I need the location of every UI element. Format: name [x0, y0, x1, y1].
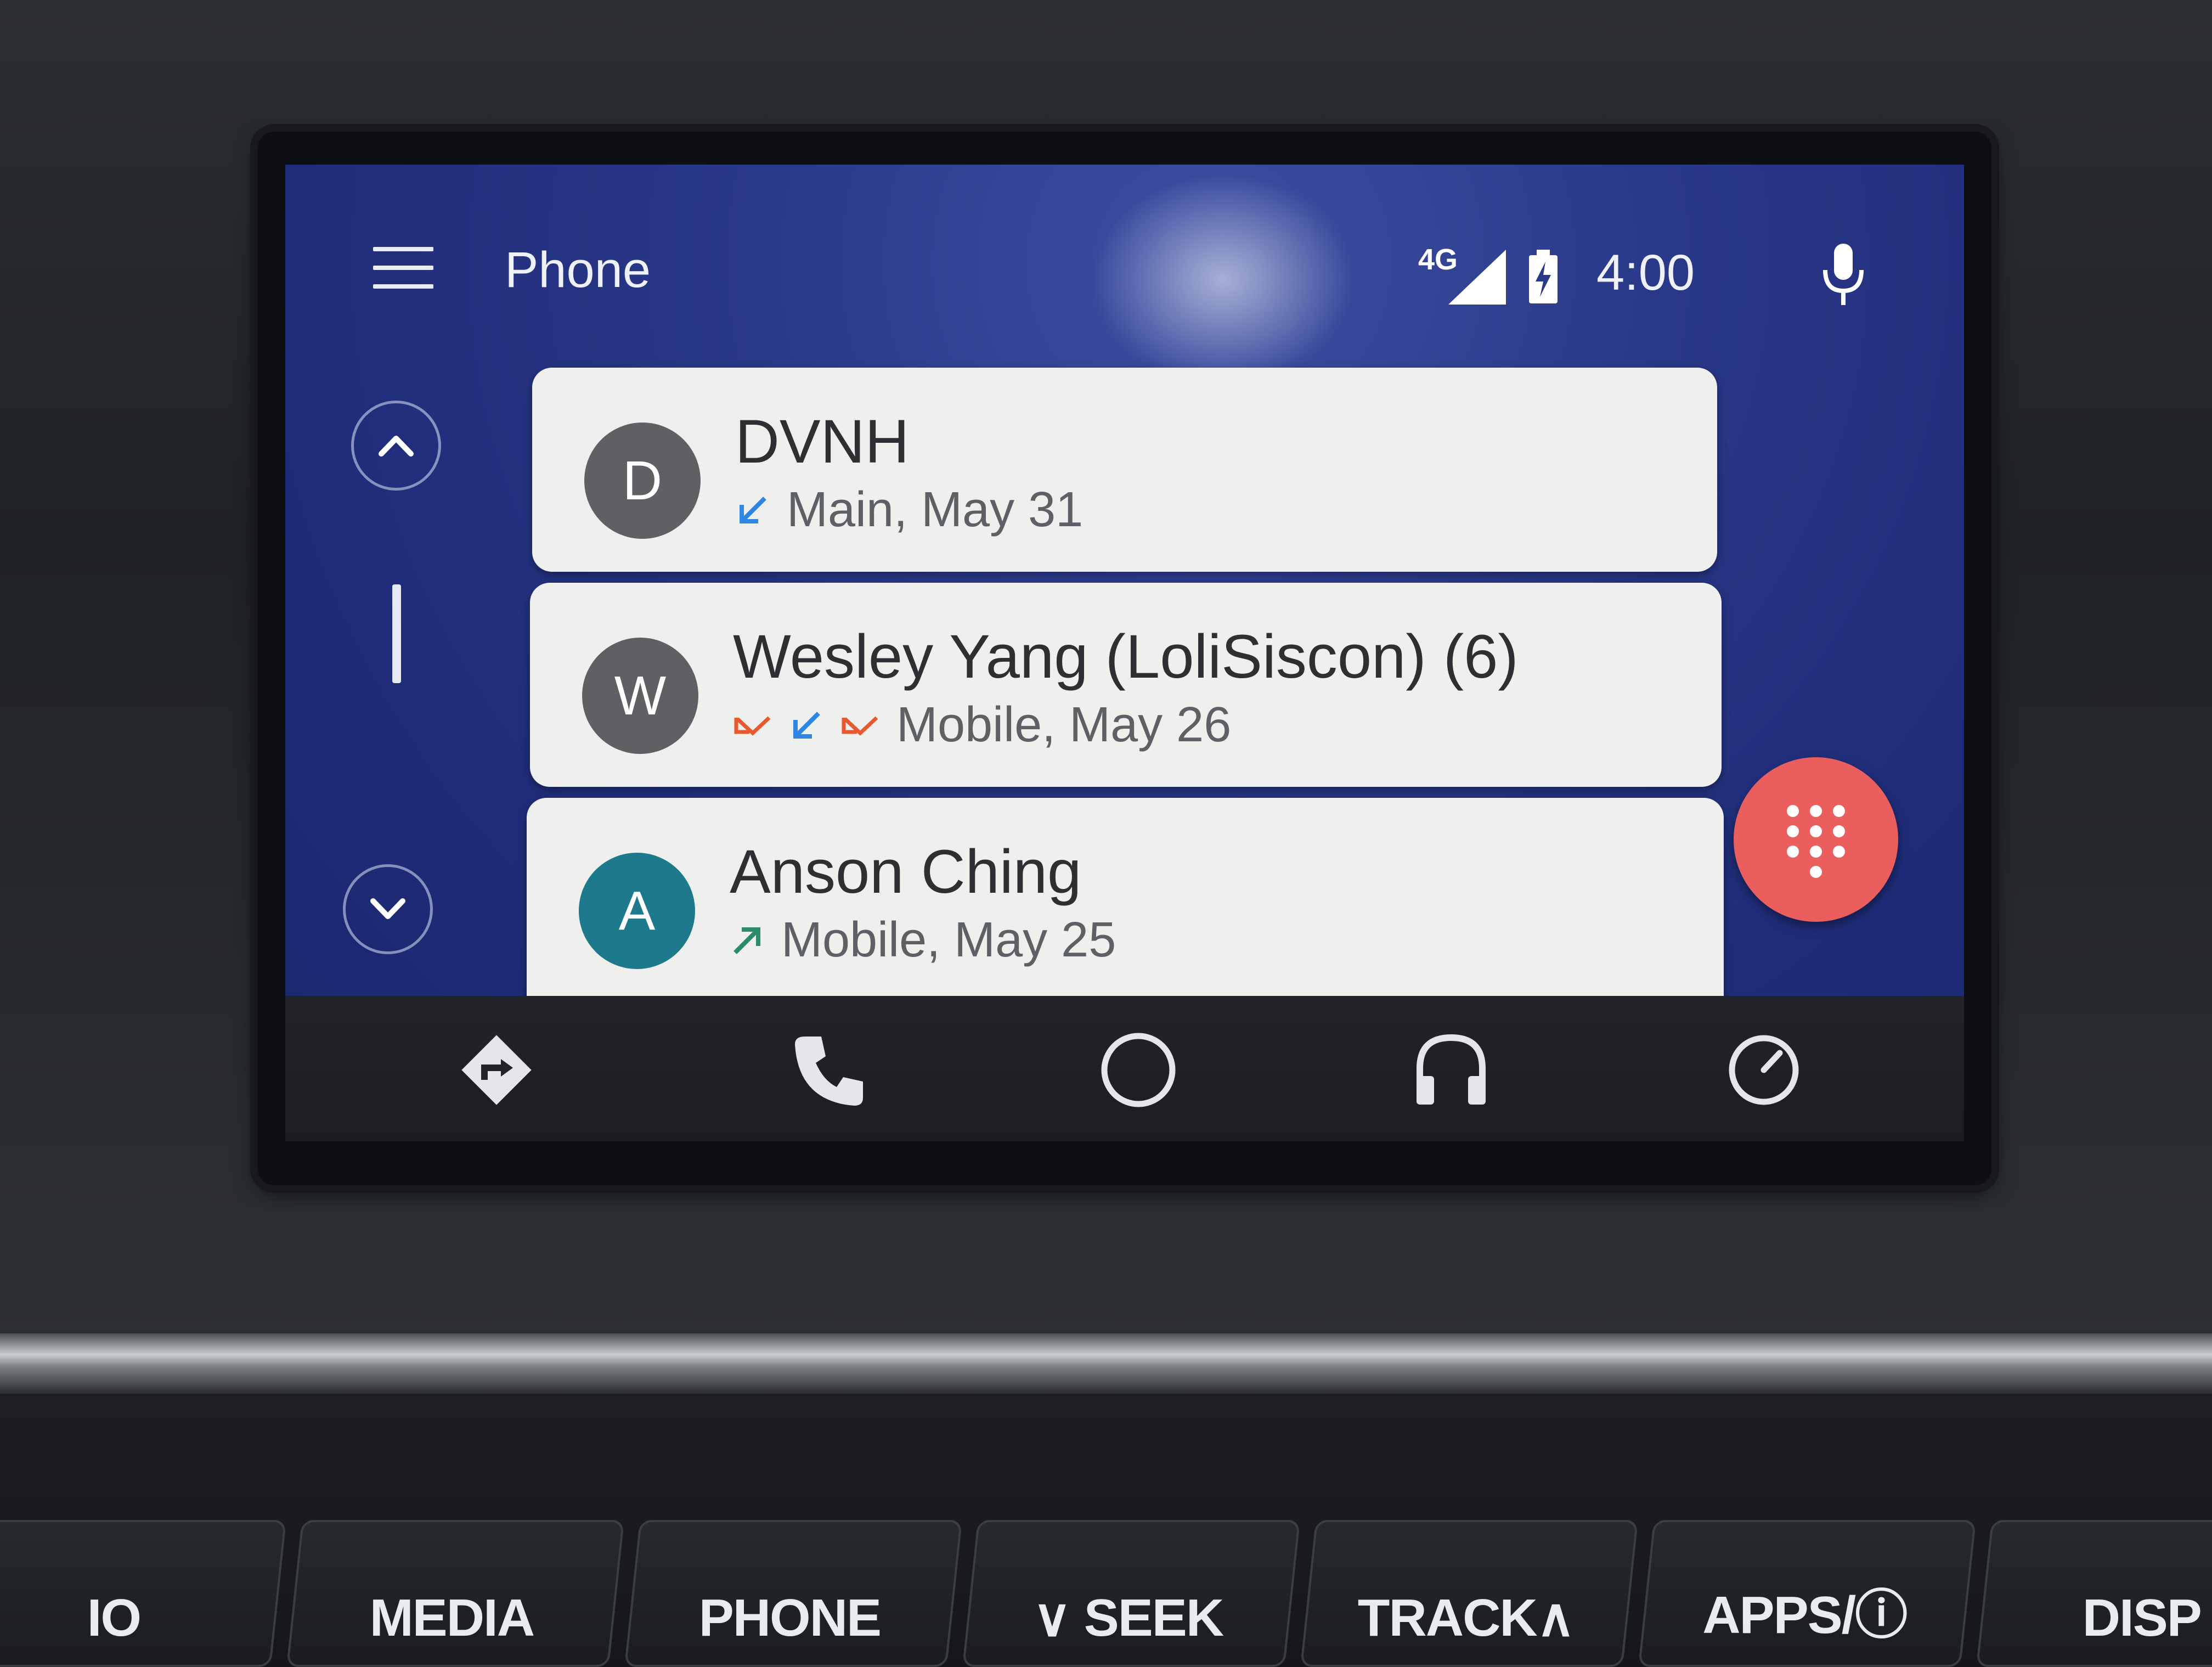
- network-type-label: 4G: [1418, 243, 1458, 276]
- dialpad-icon: [1787, 805, 1845, 878]
- scroll-up-button[interactable]: [351, 401, 441, 491]
- nav-navigation-button[interactable]: [450, 1023, 543, 1117]
- call-meta: Mobile, May 26: [733, 697, 1231, 753]
- bottom-nav: [285, 996, 1964, 1141]
- nav-home-button[interactable]: [1092, 1023, 1185, 1117]
- hw-button-track[interactable]: TRACK∧: [1300, 1520, 1639, 1667]
- hw-button-radio[interactable]: IO: [0, 1520, 287, 1667]
- contact-name: DVNH: [735, 407, 910, 476]
- chevron-down-icon: [370, 898, 405, 919]
- app-header: Phone 4G 4:00: [285, 165, 1964, 329]
- scrollbar-thumb[interactable]: [392, 584, 401, 683]
- hw-button-media[interactable]: MEDIA: [286, 1520, 625, 1667]
- call-detail: Mobile, May 25: [781, 913, 1116, 967]
- hw-button-disp[interactable]: DISP: [1976, 1520, 2212, 1667]
- menu-icon[interactable]: [373, 247, 433, 291]
- battery-charging-icon: [1529, 250, 1558, 303]
- hw-button-phone[interactable]: PHONE: [624, 1520, 963, 1667]
- hw-button-seek[interactable]: ∨ SEEK: [962, 1520, 1301, 1667]
- clock: 4:00: [1596, 245, 1695, 301]
- call-detail: Mobile, May 26: [896, 697, 1232, 752]
- dialpad-button[interactable]: [1734, 757, 1898, 922]
- call-log-item[interactable]: W Wesley Yang (LoliSiscon) (6) Mobile, M…: [530, 583, 1722, 787]
- headphones-icon: [1417, 1034, 1486, 1105]
- call-meta: Main, May 31: [735, 482, 1083, 538]
- hardware-button-row: IO MEDIA PHONE ∨ SEEK TRACK∧ APPS/ⓘ DISP: [0, 1520, 2212, 1667]
- avatar: W: [582, 638, 698, 754]
- home-icon: [1101, 1033, 1176, 1107]
- incoming-call-icon: [740, 496, 766, 523]
- app-title: Phone: [505, 242, 651, 298]
- nav-exit-button[interactable]: [1717, 1023, 1810, 1117]
- call-log-item[interactable]: D DVNH Main, May 31: [532, 368, 1717, 572]
- microphone-icon[interactable]: [1819, 241, 1868, 307]
- hw-button-apps[interactable]: APPS/ⓘ: [1638, 1520, 1977, 1667]
- exit-icon: [1729, 1035, 1799, 1105]
- nav-phone-button[interactable]: [782, 1023, 875, 1117]
- missed-call-icon: [842, 716, 878, 736]
- outgoing-call-icon: [733, 927, 760, 954]
- call-log-item[interactable]: A Anson Ching Mobile, May 25: [527, 798, 1724, 1017]
- contact-name: Wesley Yang (LoliSiscon) (6): [733, 622, 1519, 691]
- android-auto-screen: Phone 4G 4:00 D DVNH Main, May 31 W Wesl…: [285, 165, 1964, 1141]
- contact-name: Anson Ching: [730, 837, 1082, 906]
- call-detail: Main, May 31: [787, 482, 1084, 537]
- scroll-down-button[interactable]: [343, 864, 433, 954]
- avatar: D: [584, 423, 701, 539]
- nav-audio-button[interactable]: [1404, 1023, 1498, 1117]
- incoming-call-icon: [793, 711, 820, 739]
- chrome-trim: [0, 1333, 2212, 1394]
- navigation-icon: [461, 1035, 532, 1105]
- phone-icon: [795, 1037, 863, 1106]
- call-meta: Mobile, May 25: [730, 912, 1116, 968]
- chevron-up-icon: [379, 436, 414, 457]
- avatar: A: [579, 853, 695, 969]
- missed-call-icon: [734, 716, 771, 736]
